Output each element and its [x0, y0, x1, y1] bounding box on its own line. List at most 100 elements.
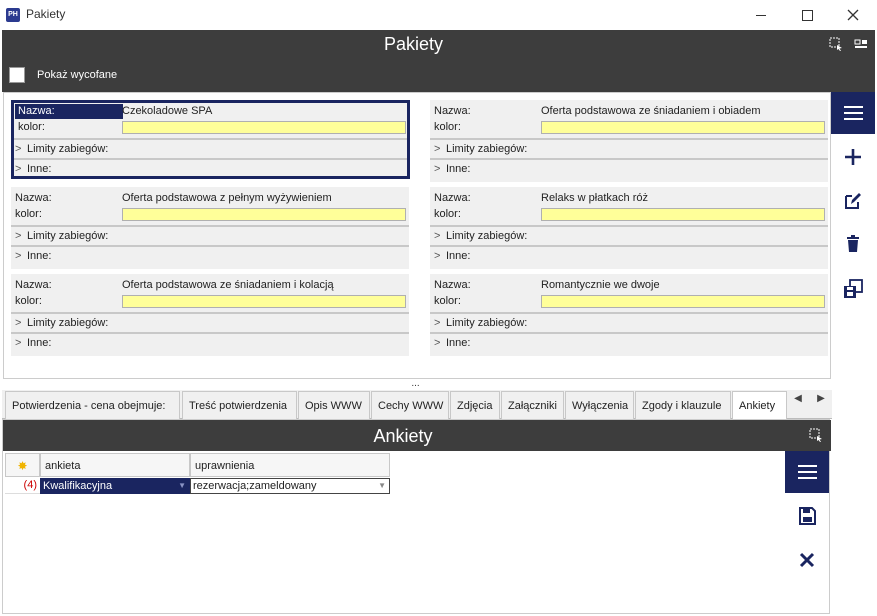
- save-multiple-icon: [844, 279, 863, 298]
- divider: [11, 245, 409, 247]
- limits-label: Limity zabiegów:: [27, 143, 109, 155]
- package-name: Relaks w płatkach róż: [541, 192, 648, 204]
- add-button[interactable]: [842, 146, 864, 168]
- edit-button[interactable]: [842, 190, 864, 212]
- tab-www-features[interactable]: Cechy WWW: [371, 391, 449, 419]
- tab-confirmation-price[interactable]: Potwierdzenia - cena obejmuje:: [5, 391, 180, 419]
- select-region-icon[interactable]: [829, 37, 843, 51]
- color-field[interactable]: [122, 295, 406, 308]
- dropdown-arrow-icon[interactable]: ▼: [378, 479, 386, 493]
- save-icon: [799, 507, 816, 525]
- color-label: kolor:: [18, 121, 45, 133]
- color-field[interactable]: [122, 121, 406, 134]
- tab-exclusions[interactable]: Wyłączenia: [565, 391, 634, 419]
- maximize-button[interactable]: [784, 0, 830, 30]
- other-expander[interactable]: > Inne:: [434, 247, 470, 265]
- permissions-value: rezerwacja;zameldowany: [193, 480, 317, 492]
- select-region-icon[interactable]: [809, 428, 823, 442]
- chevron-left-icon: ◀: [794, 393, 802, 404]
- tab-confirmation-content[interactable]: Treść potwierdzenia: [182, 391, 297, 419]
- layout-icon[interactable]: [854, 37, 868, 51]
- color-field[interactable]: [122, 208, 406, 221]
- tab-photos[interactable]: Zdjęcia: [450, 391, 500, 419]
- other-expander[interactable]: > Inne:: [15, 247, 51, 265]
- surveys-menu-button[interactable]: [785, 451, 829, 493]
- color-field[interactable]: [541, 121, 825, 134]
- column-header-uprawnienia[interactable]: uprawnienia: [190, 453, 390, 477]
- limits-expander[interactable]: > Limity zabiegów:: [434, 314, 527, 332]
- package-card[interactable]: Nazwa: Oferta podstawowa ze śniadaniem i…: [11, 274, 409, 356]
- save-button[interactable]: [796, 505, 818, 527]
- minimize-button[interactable]: [738, 0, 784, 30]
- name-label: Nazwa:: [434, 279, 471, 291]
- surveys-title: Ankiety: [373, 426, 433, 446]
- app-icon: PH: [6, 8, 20, 22]
- new-row-icon[interactable]: ✸: [5, 453, 40, 477]
- survey-cell[interactable]: Kwalifikacyjna ▼: [40, 478, 190, 494]
- hamburger-icon: [798, 465, 817, 467]
- edit-icon: [845, 193, 861, 209]
- permissions-cell[interactable]: rezerwacja;zameldowany ▼: [190, 478, 390, 494]
- limits-expander[interactable]: > Limity zabiegów:: [15, 140, 108, 158]
- menu-button[interactable]: [831, 92, 875, 134]
- limits-label: Limity zabiegów:: [446, 143, 528, 155]
- chevron-right-icon: >: [434, 163, 441, 175]
- hamburger-icon-bar: [798, 471, 817, 473]
- divider: [430, 332, 828, 334]
- package-card[interactable]: Nazwa: Czekoladowe SPA kolor: > Limity za…: [11, 100, 410, 179]
- trash-icon: [847, 235, 859, 252]
- close-icon: [799, 552, 815, 568]
- limits-label: Limity zabiegów:: [27, 230, 109, 242]
- tab-scroll-right-button[interactable]: ▶: [814, 392, 828, 406]
- package-name: Oferta podstawowa ze śniadaniem i kolacj…: [122, 279, 334, 291]
- column-header-ankieta[interactable]: ankieta: [40, 453, 190, 477]
- close-button[interactable]: [830, 0, 876, 30]
- color-label: kolor:: [15, 295, 42, 307]
- color-label: kolor:: [15, 208, 42, 220]
- color-field[interactable]: [541, 295, 825, 308]
- dropdown-arrow-icon[interactable]: ▼: [178, 479, 186, 493]
- surveys-grid: ✸ ankieta uprawnienia (4) Kwalifikacyjna…: [5, 453, 391, 495]
- package-name: Oferta podstawowa z pełnym wyżywieniem: [122, 192, 332, 204]
- tab-scroll-left-button[interactable]: ◀: [791, 392, 805, 406]
- package-card[interactable]: Nazwa: Oferta podstawowa ze śniadaniem i…: [430, 100, 828, 182]
- tab-attachments[interactable]: Załączniki: [501, 391, 564, 419]
- package-card[interactable]: Nazwa: Oferta podstawowa z pełnym wyżywi…: [11, 187, 409, 269]
- limits-expander[interactable]: > Limity zabiegów:: [15, 227, 108, 245]
- cancel-button[interactable]: [796, 549, 818, 571]
- hamburger-icon-bar: [844, 118, 863, 120]
- save-all-button[interactable]: [842, 278, 864, 300]
- tab-surveys[interactable]: Ankiety: [732, 391, 787, 420]
- color-label: kolor:: [434, 208, 461, 220]
- color-field[interactable]: [541, 208, 825, 221]
- hamburger-icon-bar: [844, 112, 863, 114]
- name-label: Nazwa:: [434, 192, 471, 204]
- show-retired-checkbox[interactable]: [9, 67, 25, 83]
- tab-consents[interactable]: Zgody i klauzule: [635, 391, 731, 419]
- other-expander[interactable]: > Inne:: [434, 334, 470, 352]
- chevron-right-icon: >: [434, 337, 441, 349]
- package-card[interactable]: Nazwa: Romantycznie we dwoje kolor: > Lim…: [430, 274, 828, 356]
- other-expander[interactable]: > Inne:: [434, 160, 470, 178]
- other-expander[interactable]: > Inne:: [15, 334, 51, 352]
- limits-label: Limity zabiegów:: [27, 317, 109, 329]
- delete-button[interactable]: [842, 233, 864, 255]
- package-list: Nazwa: Czekoladowe SPA kolor: > Limity za…: [3, 92, 831, 379]
- chevron-right-icon: >: [15, 317, 22, 329]
- chevron-right-icon: >: [434, 317, 441, 329]
- package-name: Oferta podstawowa ze śniadaniem i obiade…: [541, 105, 761, 117]
- limits-label: Limity zabiegów:: [446, 317, 528, 329]
- package-card[interactable]: Nazwa: Relaks w płatkach róż kolor: > Lim…: [430, 187, 828, 269]
- plus-icon: [845, 149, 861, 165]
- page-title: Pakiety: [383, 34, 444, 54]
- limits-expander[interactable]: > Limity zabiegów:: [15, 314, 108, 332]
- close-icon: [847, 9, 859, 21]
- other-expander[interactable]: > Inne:: [15, 160, 51, 178]
- limits-label: Limity zabiegów:: [446, 230, 528, 242]
- surveys-toolbar: [785, 451, 829, 613]
- limits-expander[interactable]: > Limity zabiegów:: [434, 227, 527, 245]
- limits-expander[interactable]: > Limity zabiegów:: [434, 140, 527, 158]
- panel-splitter[interactable]: ...: [0, 379, 831, 389]
- window-title: Pakiety: [26, 7, 66, 21]
- tab-www-description[interactable]: Opis WWW: [298, 391, 370, 419]
